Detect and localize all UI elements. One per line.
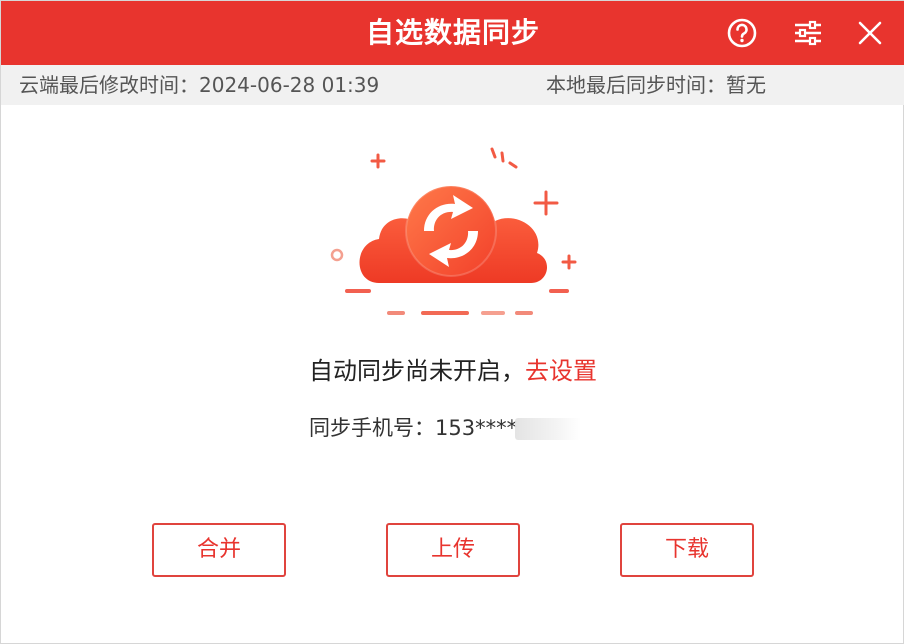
help-icon <box>727 18 757 48</box>
sync-info-bar: 云端最后修改时间：2024-06-28 01:39 本地最后同步时间：暂无 <box>1 65 904 105</box>
download-button[interactable]: 下载 <box>620 523 754 577</box>
local-time-label: 本地最后同步时间： <box>546 73 726 97</box>
phone-redaction <box>515 418 582 440</box>
close-icon <box>858 21 882 45</box>
phone-label: 同步手机号： <box>309 416 435 440</box>
sync-phone: 同步手机号：153**** <box>309 411 582 445</box>
cloud-time-label: 云端最后修改时间： <box>19 73 199 97</box>
help-button[interactable] <box>724 15 760 51</box>
local-sync-time: 本地最后同步时间：暂无 <box>546 65 766 105</box>
cloud-sync-icon <box>330 147 577 315</box>
upload-button[interactable]: 上传 <box>386 523 520 577</box>
sliders-icon <box>795 20 821 46</box>
go-settings-link[interactable]: 去设置 <box>525 357 597 385</box>
phone-value: 153**** <box>435 416 518 440</box>
auto-sync-status: 自动同步尚未开启，去设置 <box>1 351 904 391</box>
dialog-title: 自选数据同步 <box>365 16 540 49</box>
local-time-value: 暂无 <box>726 73 766 97</box>
sync-dialog: 自选数据同步 云端最后修改时间：2024-06-28 01:39 本地最后同步时… <box>0 0 904 644</box>
status-message: 自动同步尚未开启， <box>309 357 525 385</box>
close-button[interactable] <box>852 15 888 51</box>
merge-button[interactable]: 合并 <box>152 523 286 577</box>
cloud-modified-time: 云端最后修改时间：2024-06-28 01:39 <box>19 65 379 105</box>
cloud-time-value: 2024-06-28 01:39 <box>199 73 380 97</box>
settings-button[interactable] <box>790 15 826 51</box>
title-bar: 自选数据同步 <box>1 1 904 65</box>
